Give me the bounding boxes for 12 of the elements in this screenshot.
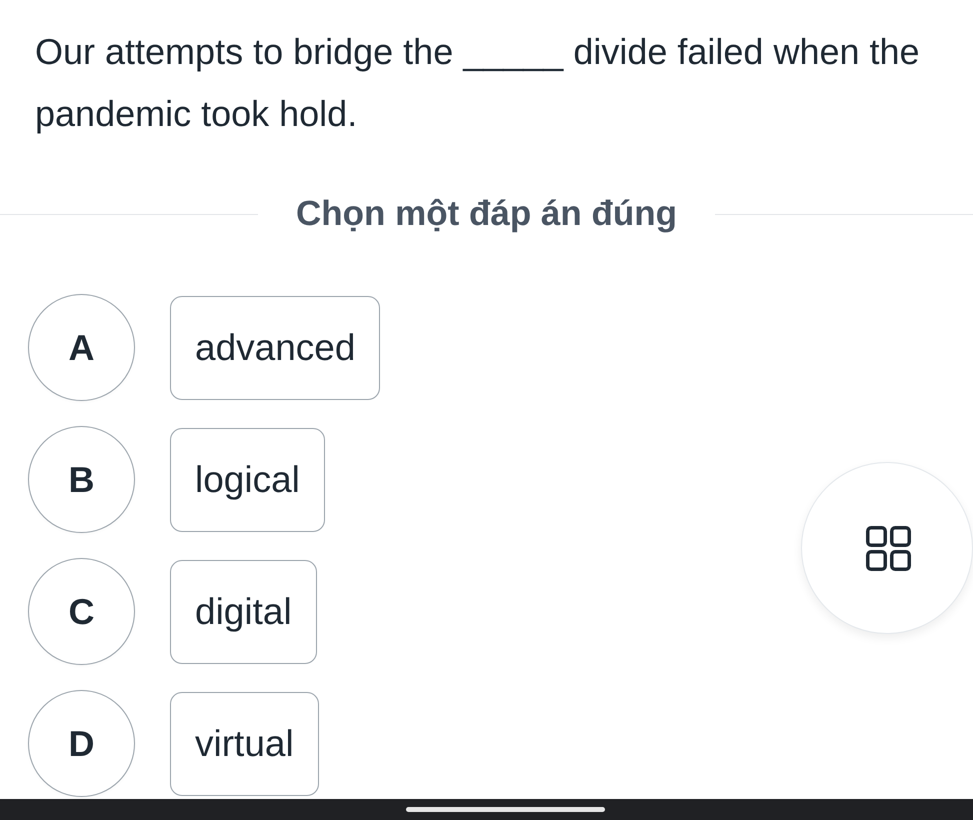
option-letter[interactable]: B <box>28 426 135 533</box>
answer-option[interactable]: digital <box>170 560 317 664</box>
home-handle[interactable] <box>406 807 604 812</box>
question-text: Our attempts to bridge the _____ divide failed when the pandemic took hold. <box>34 30 921 136</box>
answer-option[interactable]: virtual <box>170 692 319 796</box>
answer-option[interactable]: advanced <box>170 296 380 400</box>
grid-icon <box>866 526 910 570</box>
instruction-text: Chọn một đáp án đúng <box>294 194 678 234</box>
answer-option[interactable]: logical <box>170 428 325 532</box>
option-letter[interactable]: A <box>28 294 135 401</box>
option-letter[interactable]: C <box>28 558 135 665</box>
option-letter[interactable]: D <box>28 690 135 797</box>
